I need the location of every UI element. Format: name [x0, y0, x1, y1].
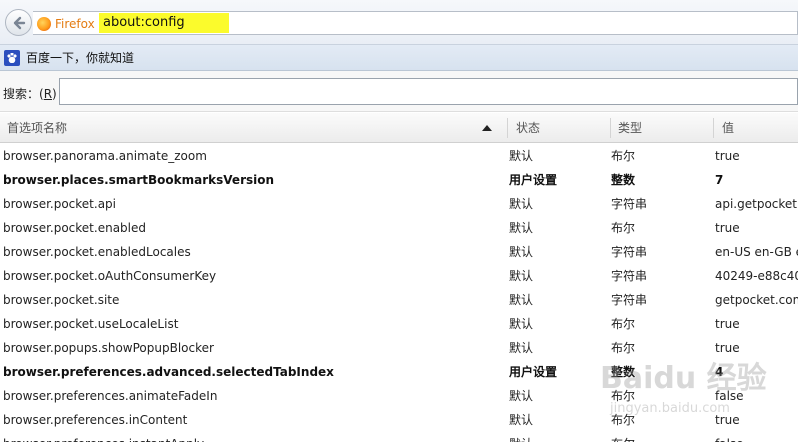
column-header-name[interactable]: 首选项名称 [0, 113, 505, 143]
pref-type: 布尔 [611, 149, 636, 163]
pref-type: 字符串 [611, 269, 648, 283]
pref-status: 默认 [509, 245, 534, 259]
search-label-accesskey: R [43, 87, 53, 101]
table-row[interactable]: browser.pocket.useLocaleList 默认 布尔 true [0, 312, 798, 336]
sort-ascending-icon [482, 125, 492, 131]
pref-type: 字符串 [611, 245, 648, 259]
pref-value: 7 [715, 173, 724, 187]
column-header-status[interactable]: 状态 [509, 113, 609, 143]
pref-value: true [715, 341, 740, 355]
search-input[interactable] [59, 78, 798, 105]
pref-name: browser.pocket.enabled [3, 221, 146, 235]
pref-type: 布尔 [611, 413, 636, 427]
identity-label: Firefox [55, 16, 95, 31]
pref-status: 默认 [509, 341, 534, 355]
table-header: 首选项名称 状态 类型 值 [0, 113, 798, 143]
table-row[interactable]: browser.pocket.api 默认 字符串 api.getpocket.… [0, 192, 798, 216]
pref-type: 布尔 [611, 317, 636, 331]
column-header-type[interactable]: 类型 [611, 113, 711, 143]
pref-value: 4 [715, 365, 724, 379]
table-row[interactable]: browser.pocket.enabledLocales 默认 字符串 en-… [0, 240, 798, 264]
search-row: 搜索：(R) [0, 71, 798, 112]
pref-type: 字符串 [611, 197, 648, 211]
table-row[interactable]: browser.preferences.animateFadeIn 默认 布尔 … [0, 384, 798, 408]
pref-name: browser.preferences.advanced.selectedTab… [3, 365, 334, 379]
pref-type: 整数 [611, 173, 636, 187]
url-input[interactable]: about:config [99, 13, 229, 33]
pref-value: en-US en-GB en-ZA [715, 245, 798, 259]
search-label: 搜索：(R) [3, 85, 57, 102]
pref-type: 布尔 [611, 341, 636, 355]
table-row[interactable]: browser.preferences.inContent 默认 布尔 true [0, 408, 798, 432]
pref-name: browser.pocket.api [3, 197, 117, 211]
pref-status: 默认 [509, 269, 534, 283]
pref-value: false [715, 432, 798, 442]
firefox-logo-icon [37, 16, 51, 31]
pref-value: 40249-e88c401e1b1f2242d9e441c4 [715, 269, 798, 283]
pref-value: true [715, 317, 740, 331]
pref-name: browser.popups.showPopupBlocker [3, 341, 214, 355]
pref-type: 布尔 [611, 432, 709, 442]
table-row[interactable]: browser.pocket.enabled 默认 布尔 true [0, 216, 798, 240]
search-label-suffix: ) [52, 87, 57, 101]
pref-value: api.getpocket.com [715, 197, 798, 211]
pref-type: 布尔 [611, 389, 636, 403]
pref-status: 默认 [509, 221, 534, 235]
pref-type: 布尔 [611, 221, 636, 235]
pref-status: 默认 [509, 317, 534, 331]
bookmark-item-baidu[interactable]: 百度一下，你就知道 [26, 49, 134, 66]
pref-status: 用户设置 [509, 365, 558, 379]
table-row[interactable]: browser.pocket.oAuthConsumerKey 默认 字符串 4… [0, 264, 798, 288]
table-row[interactable]: browser.popups.showPopupBlocker 默认 布尔 tr… [0, 336, 798, 360]
pref-name: browser.pocket.oAuthConsumerKey [3, 269, 217, 283]
pref-value: false [715, 389, 744, 403]
pref-type: 整数 [611, 365, 636, 379]
identity-box[interactable]: Firefox [37, 15, 100, 32]
pref-name: browser.places.smartBookmarksVersion [3, 173, 275, 187]
pref-name: browser.preferences.animateFadeIn [3, 389, 218, 403]
table-row[interactable]: browser.panorama.animate_zoom 默认 布尔 true [0, 144, 798, 168]
pref-name: browser.pocket.site [3, 293, 120, 307]
pref-value: true [715, 221, 740, 235]
search-label-prefix: 搜索：( [3, 87, 44, 101]
pref-value: true [715, 413, 740, 427]
table-row[interactable]: browser.preferences.instantApply 默认 布尔 f… [0, 432, 798, 442]
pref-name: browser.pocket.enabledLocales [3, 245, 191, 259]
column-header-value[interactable]: 值 [715, 113, 798, 143]
column-divider[interactable] [507, 118, 508, 138]
pref-name: browser.panorama.animate_zoom [3, 149, 207, 163]
baidu-paw-icon [4, 49, 20, 66]
pref-type: 字符串 [611, 293, 648, 307]
table-row[interactable]: browser.pocket.site 默认 字符串 getpocket.com [0, 288, 798, 312]
url-bar[interactable]: Firefox about:config [33, 11, 798, 35]
back-button[interactable] [5, 9, 32, 36]
pref-status: 默认 [509, 293, 534, 307]
table-row[interactable]: browser.preferences.advanced.selectedTab… [0, 360, 798, 384]
pref-status: 用户设置 [509, 173, 558, 187]
table-row[interactable]: browser.places.smartBookmarksVersion 用户设… [0, 168, 798, 192]
pref-status: 默认 [509, 389, 534, 403]
pref-status: 默认 [509, 413, 534, 427]
bookmarks-toolbar: 百度一下，你就知道 [0, 45, 798, 71]
pref-name: browser.preferences.inContent [3, 413, 188, 427]
pref-name: browser.preferences.instantApply [3, 432, 503, 442]
pref-status: 默认 [509, 197, 534, 211]
pref-status: 默认 [509, 432, 607, 442]
pref-status: 默认 [509, 149, 534, 163]
preferences-table: browser.panorama.animate_zoom 默认 布尔 true… [0, 144, 798, 442]
pref-value: true [715, 149, 740, 163]
column-divider[interactable] [713, 118, 714, 138]
navigation-toolbar: Firefox about:config [0, 0, 798, 45]
pref-value: getpocket.com [715, 293, 798, 307]
back-arrow-icon [13, 16, 25, 29]
pref-name: browser.pocket.useLocaleList [3, 317, 179, 331]
